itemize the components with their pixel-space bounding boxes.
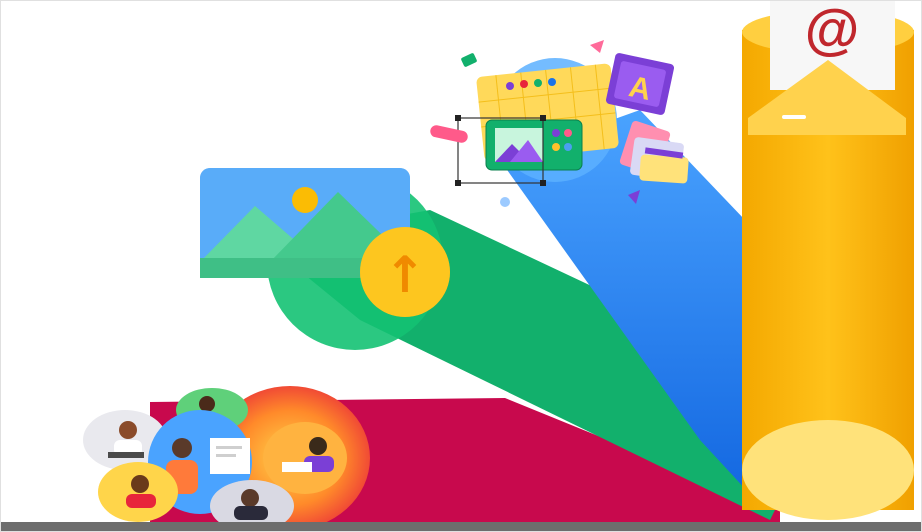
illustration-stage: @ ↑ A (0, 0, 922, 532)
at-sign-icon: @ (805, 0, 860, 60)
frame-bottom-edge (0, 522, 922, 532)
upload-arrow-icon: ↑ (384, 246, 426, 304)
people-cluster (83, 386, 370, 532)
people-avatar-icon (98, 462, 178, 522)
upload-button-graphic: ↑ (360, 227, 450, 317)
people-avatar-icon (263, 422, 347, 494)
email-tube: @ (742, 0, 914, 520)
font-card-icon: A (605, 53, 675, 115)
workspace-illustration: @ ↑ A (0, 0, 922, 532)
